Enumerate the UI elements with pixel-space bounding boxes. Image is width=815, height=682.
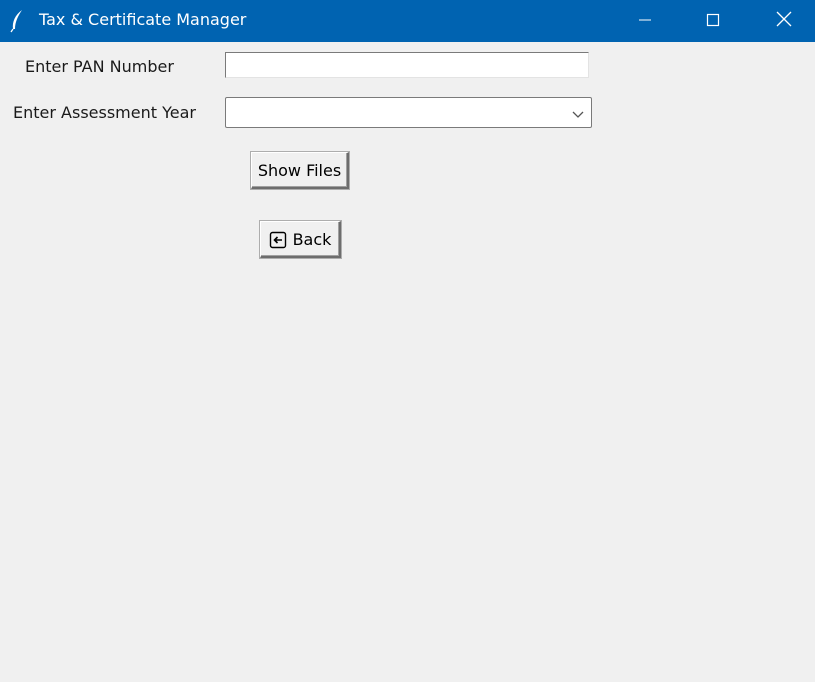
assessment-year-select[interactable] [225,97,592,128]
maximize-icon [706,12,720,31]
pan-input[interactable] [225,52,589,78]
minimize-button[interactable] [622,0,668,42]
close-button[interactable] [761,0,807,42]
maximize-button[interactable] [690,0,736,42]
back-label: Back [292,229,332,249]
assessment-year-label: Enter Assessment Year [13,103,196,122]
pan-label: Enter PAN Number [25,57,174,76]
title-bar: Tax & Certificate Manager [0,0,815,42]
chevron-down-icon[interactable] [571,106,585,120]
window-title: Tax & Certificate Manager [39,10,247,29]
back-button[interactable]: Back [260,221,341,258]
show-files-button[interactable]: Show Files [251,152,349,189]
close-icon [776,11,792,31]
minimize-icon [638,12,652,31]
show-files-label: Show Files [257,160,342,180]
feather-icon [9,9,25,33]
back-arrow-icon [269,231,287,249]
